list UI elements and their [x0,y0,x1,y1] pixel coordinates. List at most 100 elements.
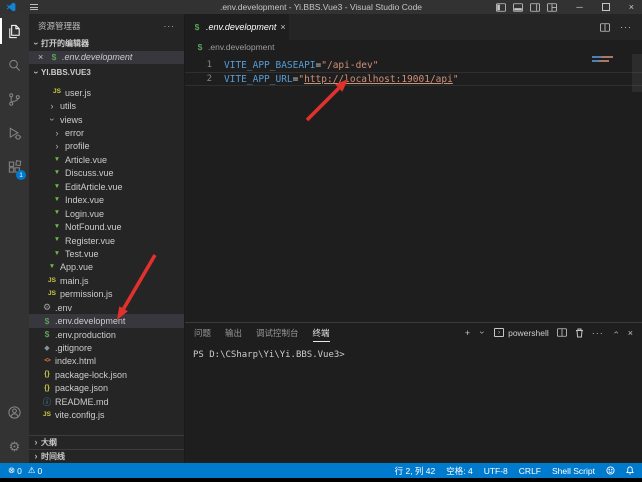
file-label: .gitignore [55,343,92,353]
file-label: Discuss.vue [65,168,114,178]
close-icon[interactable]: × [38,52,46,62]
tree-item-Index.vue[interactable]: ▼Index.vue [29,194,184,207]
account-icon[interactable] [0,395,29,429]
tree-item-NotFound.vue[interactable]: ▼NotFound.vue [29,220,184,233]
source-control-icon[interactable] [0,82,29,116]
activity-bar: 1 ⚙ [0,14,29,463]
close-panel-icon[interactable]: × [628,328,633,338]
file-label: package-lock.json [55,370,127,380]
tree-item-App.vue[interactable]: ▼App.vue [29,261,184,274]
file-label: .env [55,303,72,313]
code-editor[interactable]: 1 VITE_APP_BASEAPI="/api-dev" 2 VITE_APP… [185,54,642,322]
terminal[interactable]: PS D:\CSharp\Yi\Yi.BBS.Vue3> [185,342,642,463]
tree-item-Article.vue[interactable]: ▼Article.vue [29,153,184,166]
extensions-icon[interactable]: 1 [0,150,29,184]
kill-terminal-icon[interactable] [575,328,584,338]
close-tab-icon[interactable]: × [280,22,285,32]
eol-sequence[interactable]: CRLF [519,466,541,476]
tree-item-vite.config.js[interactable]: JSvite.config.js [29,409,184,422]
tree-item-Login.vue[interactable]: ▼Login.vue [29,207,184,220]
tree-item-main.js[interactable]: JSmain.js [29,274,184,287]
open-editors-header[interactable]: › 打开的编辑器 [29,37,184,51]
explorer-icon[interactable] [0,14,29,48]
close-window-button[interactable]: × [629,2,634,12]
more-actions-icon[interactable]: ··· [592,328,604,338]
language-mode[interactable]: Shell Script [552,466,595,476]
outline-section-header[interactable]: › 大纲 [29,435,184,449]
env-key: VITE_APP_BASEAPI [224,60,316,71]
terminal-shell-label[interactable]: powershell [508,328,549,338]
feedback-smiley-icon[interactable] [606,466,615,475]
tree-item-.env[interactable]: ⚙.env [29,301,184,314]
vue-icon: ▼ [52,157,62,164]
toggle-secondary-sidebar-icon[interactable] [530,3,540,12]
search-icon[interactable] [0,48,29,82]
editor-scrollbar[interactable] [632,54,642,92]
breadcrumb[interactable]: $ .env.development [185,40,642,54]
code-line-1: 1 VITE_APP_BASEAPI="/api-dev" [185,58,642,72]
file-label: Index.vue [65,195,104,205]
toggle-sidebar-icon[interactable] [496,3,506,12]
toggle-panel-icon[interactable] [513,3,523,12]
timeline-section-header[interactable]: › 时间线 [29,449,184,463]
panel-tab-终端[interactable]: 终端 [313,324,330,342]
customize-layout-icon[interactable] [547,3,557,12]
explorer-sidebar: 资源管理器 ··· › 打开的编辑器 × $ .env.development … [29,14,185,463]
shell-dollar-icon: $ [49,53,59,62]
tree-item-README.md[interactable]: ⓘREADME.md [29,395,184,408]
error-icon: ⊗ [8,465,15,476]
tree-item-index.html[interactable]: <>index.html [29,355,184,368]
tree-item-package.json[interactable]: {}package.json [29,382,184,395]
shell-dollar-icon: $ [42,330,52,339]
vue-icon: ▼ [52,251,62,258]
project-section-header[interactable]: › YI.BBS.VUE3 [29,64,184,80]
more-actions-icon[interactable]: ··· [620,22,632,32]
chevron-down-icon[interactable]: › [478,329,487,337]
line-number: 1 [185,60,212,70]
new-terminal-icon[interactable]: + [465,328,470,338]
notifications-bell-icon[interactable] [626,466,634,475]
tree-item-Test.vue[interactable]: ▼Test.vue [29,247,184,260]
panel-tab-调试控制台[interactable]: 调试控制台 [256,324,299,342]
folder-collapsed-icon: › [52,142,62,151]
tab-label: .env.development [206,22,276,32]
indentation[interactable]: 空格: 4 [446,465,472,477]
folder-collapsed-icon: › [47,102,57,111]
maximize-panel-icon[interactable]: › [611,329,620,337]
file-label: main.js [60,276,89,286]
run-and-debug-icon[interactable] [0,116,29,150]
tree-item-.env.production[interactable]: $.env.production [29,328,184,341]
panel-tab-输出[interactable]: 输出 [225,324,242,342]
tree-item-views[interactable]: ›views [29,113,184,126]
menu-icon[interactable] [30,4,38,10]
settings-gear-icon[interactable]: ⚙ [0,429,29,463]
vscode-logo-icon [6,2,16,12]
vue-icon: ▼ [47,264,57,271]
tree-item-user.js[interactable]: JSuser.js [29,86,184,99]
js-icon: JS [47,291,57,298]
tree-item-Discuss.vue[interactable]: ▼Discuss.vue [29,167,184,180]
split-terminal-icon[interactable] [557,328,567,337]
env-value: "/api-dev" [321,60,378,71]
open-editor-item[interactable]: × $ .env.development [29,51,184,65]
tree-item-permission.js[interactable]: JSpermission.js [29,288,184,301]
panel-tab-问题[interactable]: 问题 [194,324,211,342]
cursor-position[interactable]: 行 2, 列 42 [395,465,436,477]
tree-item-error[interactable]: ›error [29,126,184,139]
tree-item-.gitignore[interactable]: ◆.gitignore [29,341,184,354]
tree-item-Register.vue[interactable]: ▼Register.vue [29,234,184,247]
minimize-button[interactable]: ─ [576,2,582,12]
split-editor-icon[interactable] [600,23,610,32]
tree-item-.env.development[interactable]: $.env.development [29,314,184,327]
maximize-button[interactable] [602,3,610,11]
tree-item-package-lock.json[interactable]: {}package-lock.json [29,368,184,381]
url-link[interactable]: http://localhost:19001/api [304,74,453,85]
file-label: permission.js [60,289,113,299]
tree-item-utils[interactable]: ›utils [29,99,184,112]
encoding[interactable]: UTF-8 [484,466,508,476]
tree-item-profile[interactable]: ›profile [29,140,184,153]
tree-item-EditArticle.vue[interactable]: ▼EditArticle.vue [29,180,184,193]
tab-env-development[interactable]: $ .env.development × [185,14,289,40]
views-and-more-actions-icon[interactable]: ··· [164,21,176,31]
problems-status[interactable]: ⊗0 ⚠0 [8,465,42,476]
